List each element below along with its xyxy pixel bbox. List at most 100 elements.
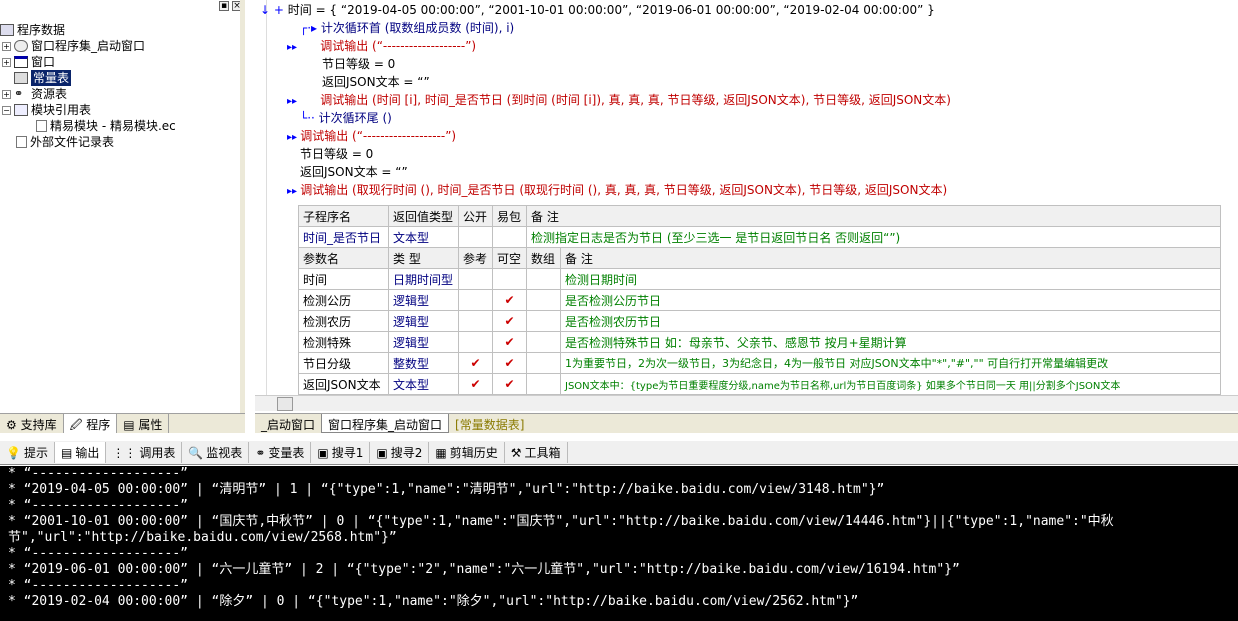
param-nullable[interactable]: ✔ (492, 373, 527, 395)
param-type[interactable]: 逻辑型 (388, 331, 459, 353)
param-array[interactable] (526, 373, 561, 395)
param-row[interactable]: 检测特殊 逻辑型 ✔ 是否检测特殊节日 如：母亲节、父亲节、感恩节 按月+星期计… (298, 331, 1221, 353)
sub-name-cell[interactable]: 时间_是否节日 (298, 226, 389, 248)
param-name[interactable]: 时间 (298, 268, 389, 290)
tab-search1[interactable]: ▣ 搜寻1 (311, 442, 371, 463)
tab-hint[interactable]: 💡 提示 (0, 442, 55, 463)
tree-item-program-data[interactable]: 程序数据 (0, 22, 240, 38)
tab-variables[interactable]: ⚭ 变量表 (249, 442, 312, 463)
resources-icon: ⚭ (14, 87, 24, 100)
tab-search2[interactable]: ▣ 搜寻2 (370, 442, 430, 463)
code-text: 节日等级 = 0 (300, 147, 374, 161)
file-icon (36, 120, 47, 132)
code-line-0[interactable]: ↓ + 时间 = { “2019-04-05 00:00:00”, “2001-… (260, 1, 935, 19)
param-note[interactable]: JSON文本中：{type为节日重要程度分级,name为节日名称,url为节日百… (560, 373, 1221, 395)
pin-icon[interactable]: ▪ (219, 1, 229, 11)
tab-label: 剪辑历史 (449, 446, 498, 460)
code-line-1[interactable]: ┌·▸ 计次循环首 (取数组成员数 (时间), i) (300, 19, 514, 37)
param-ref[interactable] (458, 268, 493, 290)
param-nullable[interactable]: ✔ (492, 331, 527, 353)
expand-icon[interactable]: + (2, 41, 11, 51)
param-name[interactable]: 检测特殊 (298, 331, 389, 353)
tree-item-window[interactable]: + 窗口 (0, 54, 240, 70)
param-array[interactable] (526, 352, 561, 374)
param-type[interactable]: 文本型 (388, 373, 459, 395)
output-console[interactable]: * “-------------------” * “2019-04-05 00… (0, 466, 1238, 621)
code-line-5[interactable]: ▸▸ 调试输出 (时间 [i], 时间_是否节日 (到时间 (时间 [i]), … (287, 91, 951, 109)
param-ref[interactable]: ✔ (458, 373, 493, 395)
tab-support-library[interactable]: ⚙ 支持库 (0, 414, 64, 433)
tab-output[interactable]: ▤ 输出 (54, 442, 107, 463)
param-ref[interactable]: ✔ (458, 352, 493, 374)
code-string: “2019-04-05 00:00:00”, “2001-10-01 00:00… (340, 3, 935, 17)
param-ref[interactable] (458, 331, 493, 353)
col-return-type: 返回值类型 (388, 205, 459, 227)
param-row[interactable]: 检测农历 逻辑型 ✔ 是否检测农历节日 (298, 310, 1221, 332)
param-type[interactable]: 逻辑型 (388, 289, 459, 311)
tab-constant-table[interactable]: [常量数据表] (449, 414, 530, 433)
magnifier-icon: 🔍 (188, 445, 204, 460)
sub-epkg-cell[interactable] (492, 226, 527, 248)
param-row[interactable]: 检测公历 逻辑型 ✔ 是否检测公历节日 (298, 289, 1221, 311)
expand-icon[interactable]: + (2, 89, 11, 99)
scroll-left-button[interactable] (277, 397, 293, 411)
param-name[interactable]: 返回JSON文本 (298, 373, 389, 395)
tree-item-module-file[interactable]: 精易模块 - 精易模块.ec (0, 118, 240, 134)
param-name[interactable]: 检测公历 (298, 289, 389, 311)
param-nullable[interactable]: ✔ (492, 289, 527, 311)
code-line-6[interactable]: └·· 计次循环尾 () (300, 109, 392, 127)
panel-splitter[interactable] (240, 0, 245, 413)
tab-window-assembly[interactable]: 窗口程序集_启动窗口 (321, 414, 450, 433)
expand-icon[interactable]: + (2, 57, 11, 67)
param-note[interactable]: 是否检测公历节日 (560, 289, 1221, 311)
param-name[interactable]: 节日分级 (298, 352, 389, 374)
param-note[interactable]: 是否检测农历节日 (560, 310, 1221, 332)
bottom-panel-tabs: 💡 提示 ▤ 输出 ⋮⋮ 调用表 🔍 监视表 ⚭ 变量表 ▣ 搜寻1 ▣ 搜寻2 ▦ 剪辑历史 … (0, 441, 1238, 465)
param-nullable[interactable] (492, 268, 527, 290)
tab-clip-history[interactable]: ▦ 剪辑历史 (429, 442, 505, 463)
tree-item-module-refs[interactable]: − 模块引用表 (0, 102, 240, 118)
tab-watch[interactable]: 🔍 监视表 (182, 442, 250, 463)
sub-return-cell[interactable]: 文本型 (388, 226, 459, 248)
code-line-8[interactable]: 节日等级 = 0 (300, 145, 373, 163)
sub-note-cell[interactable]: 检测指定日志是否为节日 (至少三选一 是节日返回节日名 否则返回“”) (526, 226, 1221, 248)
code-line-9[interactable]: 返回JSON文本 = “” (300, 163, 408, 181)
param-note[interactable]: 1为重要节日，2为次一级节日，3为纪念日，4为一般节日 对应JSON文本中"*"… (560, 352, 1221, 374)
param-array[interactable] (526, 268, 561, 290)
param-row[interactable]: 节日分级 整数型 ✔ ✔ 1为重要节日，2为次一级节日，3为纪念日，4为一般节日… (298, 352, 1221, 374)
param-nullable[interactable]: ✔ (492, 352, 527, 374)
window-icon (14, 56, 28, 68)
param-note[interactable]: 检测日期时间 (560, 268, 1221, 290)
tree-item-external-files[interactable]: 外部文件记录表 (0, 134, 240, 150)
code-line-7[interactable]: ▸▸ 调试输出 (“-------------------”) (287, 127, 456, 145)
code-line-10[interactable]: ▸▸ 调试输出 (取现行时间 (), 时间_是否节日 (取现行时间 (), 真,… (287, 181, 947, 199)
param-row[interactable]: 返回JSON文本 文本型 ✔ ✔ JSON文本中：{type为节日重要程度分级,… (298, 373, 1221, 395)
tab-program[interactable]: 🖉 程序 (63, 414, 118, 433)
param-type[interactable]: 逻辑型 (388, 310, 459, 332)
param-row[interactable]: 时间 日期时间型 检测日期时间 (298, 268, 1221, 290)
param-ref[interactable] (458, 289, 493, 311)
param-ref[interactable] (458, 310, 493, 332)
code-text: 调试输出 (时间 [i], 时间_是否节日 (到时间 (时间 [i]), 真, … (320, 93, 951, 107)
param-array[interactable] (526, 331, 561, 353)
tab-startup-window[interactable]: _启动窗口 (255, 414, 321, 433)
param-nullable[interactable]: ✔ (492, 310, 527, 332)
collapse-icon[interactable]: − (2, 105, 11, 115)
code-line-2[interactable]: ▸▸ 调试输出 (“-------------------”) (287, 37, 476, 55)
code-line-3[interactable]: 节日等级 = 0 (322, 55, 395, 73)
tab-call-table[interactable]: ⋮⋮ 调用表 (106, 442, 183, 463)
tree-item-window-assembly[interactable]: + 窗口程序集_启动窗口 (0, 38, 240, 54)
horizontal-scrollbar[interactable] (255, 395, 1238, 411)
tab-properties[interactable]: ▤ 属性 (117, 414, 170, 433)
code-line-4[interactable]: 返回JSON文本 = “” (322, 73, 430, 91)
tree-item-resources[interactable]: + ⚭ 资源表 (0, 86, 240, 102)
param-type[interactable]: 日期时间型 (388, 268, 459, 290)
param-note[interactable]: 是否检测特殊节日 如：母亲节、父亲节、感恩节 按月+星期计算 (560, 331, 1221, 353)
param-type[interactable]: 整数型 (388, 352, 459, 374)
tree-item-constants[interactable]: 常量表 (0, 70, 240, 86)
param-name[interactable]: 检测农历 (298, 310, 389, 332)
param-array[interactable] (526, 310, 561, 332)
tab-toolbox[interactable]: ⚒ 工具箱 (505, 442, 568, 463)
sub-public-cell[interactable] (458, 226, 493, 248)
param-array[interactable] (526, 289, 561, 311)
